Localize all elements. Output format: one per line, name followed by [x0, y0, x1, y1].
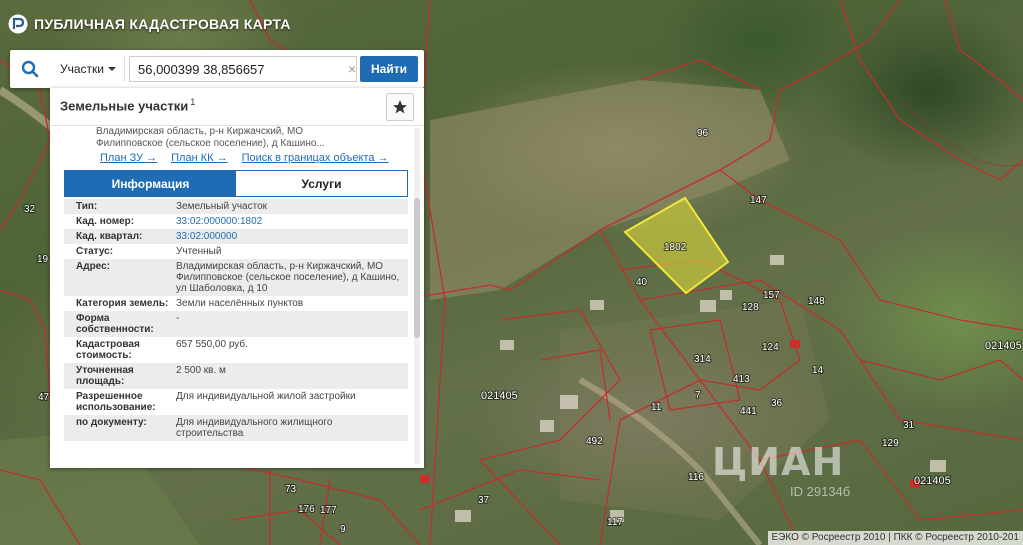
app-title: ПУБЛИЧНАЯ КАДАСТРОВАЯ КАРТА	[34, 16, 291, 32]
plot-label: 177	[320, 505, 337, 516]
table-row: Кадастровая стоимость: 657 550,00 руб.	[64, 337, 408, 363]
quarter-label: 021405	[481, 390, 518, 402]
attr-key: Кад. номер:	[76, 216, 135, 227]
attr-key: Форма собственности:	[76, 313, 154, 335]
plan-kk-link[interactable]: План КК →	[171, 152, 227, 164]
quarter-label: 021405	[914, 475, 951, 487]
search-icon[interactable]	[10, 50, 50, 88]
table-row: Разрешенное использование: Для индивидуал…	[64, 389, 408, 415]
panel-scroll-thumb[interactable]	[414, 198, 420, 338]
attr-key: по документу:	[76, 417, 147, 428]
table-row: Адрес: Владимирская область, р-н Киржачск…	[64, 259, 408, 296]
watermark-id: ID 29134б	[790, 484, 851, 499]
tab-information[interactable]: Информация	[65, 171, 236, 196]
attr-key: Тип:	[76, 201, 98, 212]
attr-key: Категория земель:	[76, 298, 169, 309]
plot-label: 19	[37, 254, 49, 265]
info-panel: Земельные участки 1 Владимирская область,…	[50, 88, 424, 468]
attr-key: Статус:	[76, 246, 114, 257]
object-address: Владимирская область, р-н Киржачский, МО…	[96, 126, 396, 150]
plot-label: 117	[607, 517, 623, 528]
plot-label: 176	[298, 504, 315, 515]
plot-label: 314	[694, 354, 711, 365]
object-links: План ЗУ → План КК → Поиск в границах объ…	[100, 152, 389, 164]
panel-body: Владимирская область, р-н Киржачский, МО…	[50, 126, 412, 468]
attr-value: Учтенный	[176, 246, 222, 257]
plot-label: 492	[586, 436, 603, 447]
attr-key: Разрешенное использование:	[76, 391, 156, 413]
plot-label: 147	[750, 195, 767, 206]
plot-label: 148	[808, 296, 825, 307]
attr-key: Кад. квартал:	[76, 231, 143, 242]
table-row: по документу: Для индивидуального жилищно…	[64, 415, 408, 441]
search-type-dropdown[interactable]: Участки	[50, 56, 125, 82]
search-bar: Участки × Найти	[10, 50, 424, 88]
search-button[interactable]: Найти	[360, 56, 418, 82]
plot-label: 36	[771, 398, 783, 409]
attr-key: Уточненная площадь:	[76, 365, 134, 387]
cadastral-quarter-link[interactable]: 33:02:000000	[176, 229, 408, 244]
plot-label: 9	[340, 524, 346, 535]
panel-tabs: Информация Услуги	[64, 170, 408, 197]
table-row: Форма собственности: -	[64, 311, 408, 337]
object-address-line: Филипповское (сельское поселение), д Каш…	[96, 138, 325, 149]
attr-value: Для индивидуального жилищного строительс…	[176, 417, 333, 439]
plot-label: 7	[695, 390, 701, 401]
clear-icon[interactable]: ×	[348, 61, 356, 77]
attr-value: 657 550,00 руб.	[176, 339, 248, 350]
search-type-label: Участки	[60, 62, 104, 76]
attr-value: Земли населённых пунктов	[176, 298, 304, 309]
object-address-line: Владимирская область, р-н Киржачский, МО	[96, 126, 304, 137]
plot-label: 129	[882, 438, 899, 449]
table-row: Тип: Земельный участок	[64, 199, 408, 214]
plot-label: 14	[812, 365, 824, 376]
plot-label: 37	[478, 495, 490, 506]
panel-header: Земельные участки 1	[50, 88, 424, 126]
attr-value: Для индивидуальной жилой застройки	[176, 391, 356, 402]
plot-label: 73	[285, 484, 297, 495]
attr-value: Владимирская область, р-н Киржачский, МО…	[176, 261, 400, 294]
table-row: Уточненная площадь: 2 500 кв. м	[64, 363, 408, 389]
attr-value: 2 500 кв. м	[176, 365, 226, 376]
map-attribution: ЕЭКО © Росреестр 2010 | ПКК © Росреестр …	[767, 531, 1023, 545]
plot-label: 32	[24, 204, 36, 215]
table-row: Категория земель: Земли населённых пункто…	[64, 296, 408, 311]
plot-label: 11	[651, 402, 662, 413]
selected-parcel-label: 1802	[664, 242, 687, 253]
star-icon	[393, 100, 407, 114]
panel-title: Земельные участки 1	[60, 97, 195, 113]
plot-label: 441	[740, 406, 757, 417]
quarter-label: 021405	[985, 340, 1022, 352]
plot-label: 157	[763, 290, 780, 301]
attr-value: Земельный участок	[176, 201, 268, 212]
watermark-logo: ЦИАН	[712, 440, 845, 484]
search-in-bounds-link[interactable]: Поиск в границах объекта →	[242, 152, 389, 164]
attr-key: Адрес:	[76, 261, 110, 272]
plot-label: 413	[733, 374, 750, 385]
table-row: Статус: Учтенный	[64, 244, 408, 259]
chevron-down-icon	[108, 67, 116, 71]
plot-label: 31	[903, 420, 915, 431]
cadastral-number-link[interactable]: 33:02:000000:1802	[176, 214, 408, 229]
plot-label: 124	[762, 342, 779, 353]
attributes-table: Тип: Земельный участок Кад. номер: 33:02:0…	[64, 199, 408, 441]
app-header: ПУБЛИЧНАЯ КАДАСТРОВАЯ КАРТА	[8, 14, 291, 34]
tab-services[interactable]: Услуги	[236, 171, 407, 196]
search-input[interactable]	[129, 56, 357, 82]
favorite-button[interactable]	[386, 93, 414, 121]
attr-value: -	[176, 313, 180, 324]
plot-label: 128	[742, 302, 759, 313]
table-row: Кад. квартал: 33:02:000000	[64, 229, 408, 244]
rosreestr-logo-icon	[8, 14, 28, 34]
plot-label: 40	[636, 277, 648, 288]
table-row: Кад. номер: 33:02:000000:1802	[64, 214, 408, 229]
attr-key: Кадастровая стоимость:	[76, 339, 140, 361]
panel-title-text: Земельные участки	[60, 98, 189, 114]
plot-label: 47	[38, 392, 50, 403]
result-count: 1	[190, 97, 196, 107]
plan-zu-link[interactable]: План ЗУ →	[100, 152, 157, 164]
plot-label: 96	[697, 128, 709, 139]
plot-label: 116	[688, 472, 704, 483]
